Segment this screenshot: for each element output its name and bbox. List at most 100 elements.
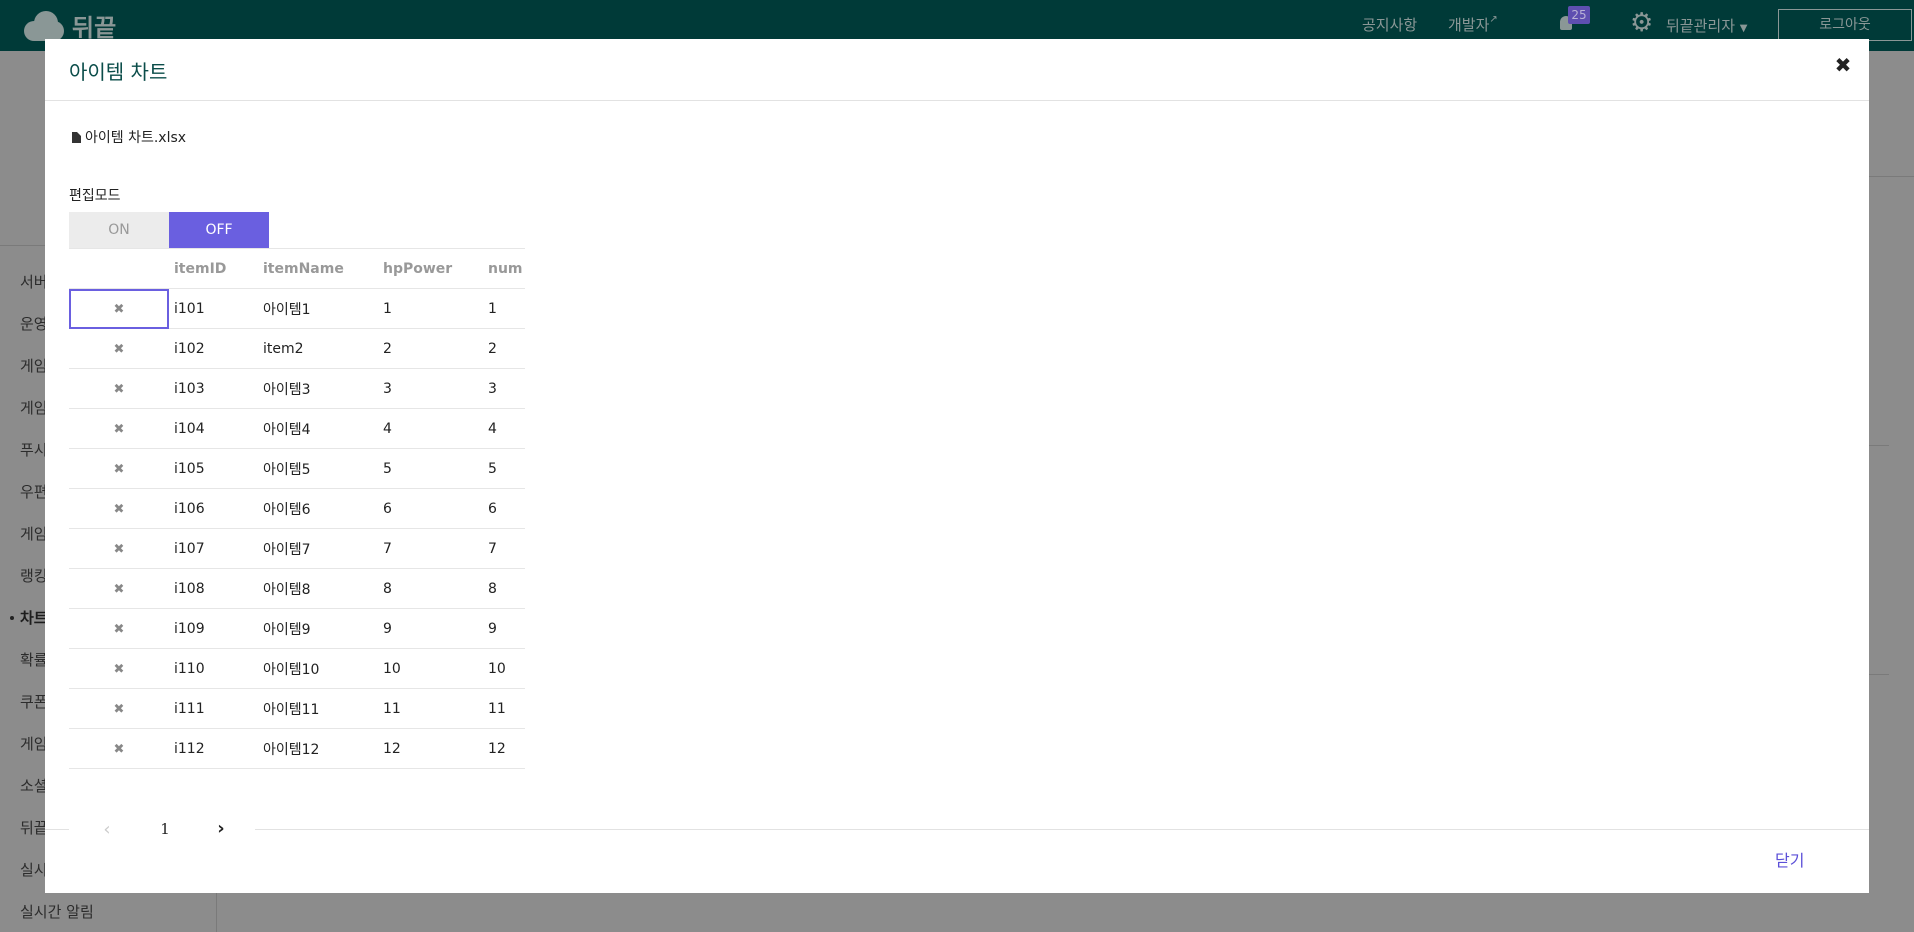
sidebar-item[interactable]: 실시간 알림 (20, 901, 94, 922)
sidebar-item[interactable]: 게임 (20, 523, 48, 544)
cell-num[interactable]: 7 (483, 528, 525, 569)
cell-itemname[interactable]: 아이템12 (258, 728, 378, 769)
cell-hppower[interactable]: 4 (378, 408, 483, 449)
logout-button[interactable]: 로그아웃 (1778, 9, 1912, 41)
cell-itemid[interactable]: i108 (169, 568, 258, 609)
nav-notice-link[interactable]: 공지사항 (1362, 14, 1417, 35)
cell-itemname[interactable]: 아이템10 (258, 648, 378, 689)
delete-icon[interactable]: ✖ (114, 742, 125, 757)
gear-icon: ⚙ (1630, 8, 1654, 38)
divider (45, 829, 69, 830)
cell-itemid[interactable]: i101 (169, 288, 258, 329)
cell-itemid[interactable]: i105 (169, 448, 258, 489)
sidebar-item[interactable]: 우편 (20, 481, 48, 502)
delete-icon[interactable]: ✖ (114, 342, 125, 357)
sidebar-item[interactable]: 소셜 (20, 775, 48, 796)
cell-itemid[interactable]: i112 (169, 728, 258, 769)
cell-itemname[interactable]: item2 (258, 328, 378, 369)
cell-hppower[interactable]: 3 (378, 368, 483, 409)
cell-hppower[interactable]: 11 (378, 688, 483, 729)
cell-itemid[interactable]: i102 (169, 328, 258, 369)
sidebar-item[interactable]: 확률 (20, 649, 48, 670)
cell-itemname[interactable]: 아이템8 (258, 568, 378, 609)
delete-icon[interactable]: ✖ (114, 302, 125, 317)
delete-icon[interactable]: ✖ (114, 622, 125, 637)
sidebar-item[interactable]: 실시 (20, 859, 48, 880)
sidebar-item[interactable]: 랭킹 (20, 565, 48, 586)
chevron-right-icon[interactable]: › (209, 816, 233, 840)
cell-hppower[interactable]: 1 (378, 288, 483, 329)
logo-text: 뒤끝 (72, 13, 117, 42)
cell-hppower[interactable]: 9 (378, 608, 483, 649)
cell-hppower[interactable]: 2 (378, 328, 483, 369)
cell-hppower[interactable]: 12 (378, 728, 483, 769)
delete-icon[interactable]: ✖ (114, 542, 125, 557)
sidebar-item[interactable]: 서버 (20, 271, 48, 292)
nav-developer-link[interactable]: 개발자↗ (1448, 14, 1498, 35)
sidebar-item[interactable]: 푸시 (20, 439, 48, 460)
delete-icon[interactable]: ✖ (114, 662, 125, 677)
cell-num[interactable]: 8 (483, 568, 525, 609)
cell-num[interactable]: 5 (483, 448, 525, 489)
cell-num[interactable]: 10 (483, 648, 525, 689)
cell-itemid[interactable]: i110 (169, 648, 258, 689)
cell-num[interactable]: 6 (483, 488, 525, 529)
edit-mode-on-button[interactable]: ON (69, 212, 169, 248)
cell-itemname[interactable]: 아이템9 (258, 608, 378, 649)
cell-hppower[interactable]: 8 (378, 568, 483, 609)
close-icon[interactable]: ✖ (1831, 53, 1855, 77)
cell-num[interactable]: 12 (483, 728, 525, 769)
admin-dropdown[interactable]: 뒤끝관리자 ▼ (1666, 15, 1748, 36)
edit-mode-off-button[interactable]: OFF (169, 212, 269, 248)
cell-hppower[interactable]: 10 (378, 648, 483, 689)
logo[interactable]: 뒤끝 (22, 8, 116, 42)
cell-hppower[interactable]: 5 (378, 448, 483, 489)
cell-itemid[interactable]: i104 (169, 408, 258, 449)
sidebar-item[interactable]: 게임 (20, 397, 48, 418)
cell-itemname[interactable]: 아이템3 (258, 368, 378, 409)
cell-itemname[interactable]: 아이템1 (258, 288, 378, 329)
chevron-left-icon[interactable]: ‹ (95, 817, 119, 841)
delete-icon[interactable]: ✖ (114, 422, 125, 437)
cell-itemname[interactable]: 아이템6 (258, 488, 378, 529)
cell-num[interactable]: 1 (483, 288, 525, 329)
sidebar-item[interactable]: 차트 (20, 607, 48, 628)
divider (255, 829, 1869, 830)
delete-cell: ✖ (69, 368, 169, 409)
cell-hppower[interactable]: 6 (378, 488, 483, 529)
delete-icon[interactable]: ✖ (114, 702, 125, 717)
sidebar-item[interactable]: 쿠폰 (20, 691, 48, 712)
cell-num[interactable]: 9 (483, 608, 525, 649)
admin-name: 뒤끝관리자 (1666, 17, 1736, 35)
delete-icon[interactable]: ✖ (114, 382, 125, 397)
external-link-icon: ↗ (1489, 14, 1498, 25)
cell-itemname[interactable]: 아이템7 (258, 528, 378, 569)
table-row: ✖ i102 item2 2 2 (69, 328, 525, 369)
cell-num[interactable]: 2 (483, 328, 525, 369)
cell-itemname[interactable]: 아이템11 (258, 688, 378, 729)
cell-num[interactable]: 3 (483, 368, 525, 409)
close-button[interactable]: 닫기 (1775, 847, 1804, 871)
cell-itemid[interactable]: i111 (169, 688, 258, 729)
cell-itemname[interactable]: 아이템4 (258, 408, 378, 449)
sidebar-item[interactable]: 게임 (20, 355, 48, 376)
sidebar-item[interactable]: 운영 (20, 313, 48, 334)
cell-itemname[interactable]: 아이템5 (258, 448, 378, 489)
cell-itemid[interactable]: i106 (169, 488, 258, 529)
delete-cell: ✖ (69, 328, 169, 369)
delete-icon[interactable]: ✖ (114, 502, 125, 517)
file-download-link[interactable]: 아이템 차트.xlsx (72, 127, 186, 147)
cell-itemid[interactable]: i109 (169, 608, 258, 649)
cell-num[interactable]: 4 (483, 408, 525, 449)
cell-num[interactable]: 11 (483, 688, 525, 729)
cell-itemid[interactable]: i103 (169, 368, 258, 409)
cell-hppower[interactable]: 7 (378, 528, 483, 569)
sidebar-item[interactable]: 게임 (20, 733, 48, 754)
cell-itemid[interactable]: i107 (169, 528, 258, 569)
delete-icon[interactable]: ✖ (114, 582, 125, 597)
delete-cell: ✖ (69, 408, 169, 449)
delete-icon[interactable]: ✖ (114, 462, 125, 477)
page-number-button[interactable]: 1 (153, 817, 177, 841)
file-icon (72, 131, 81, 143)
sidebar-item[interactable]: 뒤끝 (20, 817, 48, 838)
